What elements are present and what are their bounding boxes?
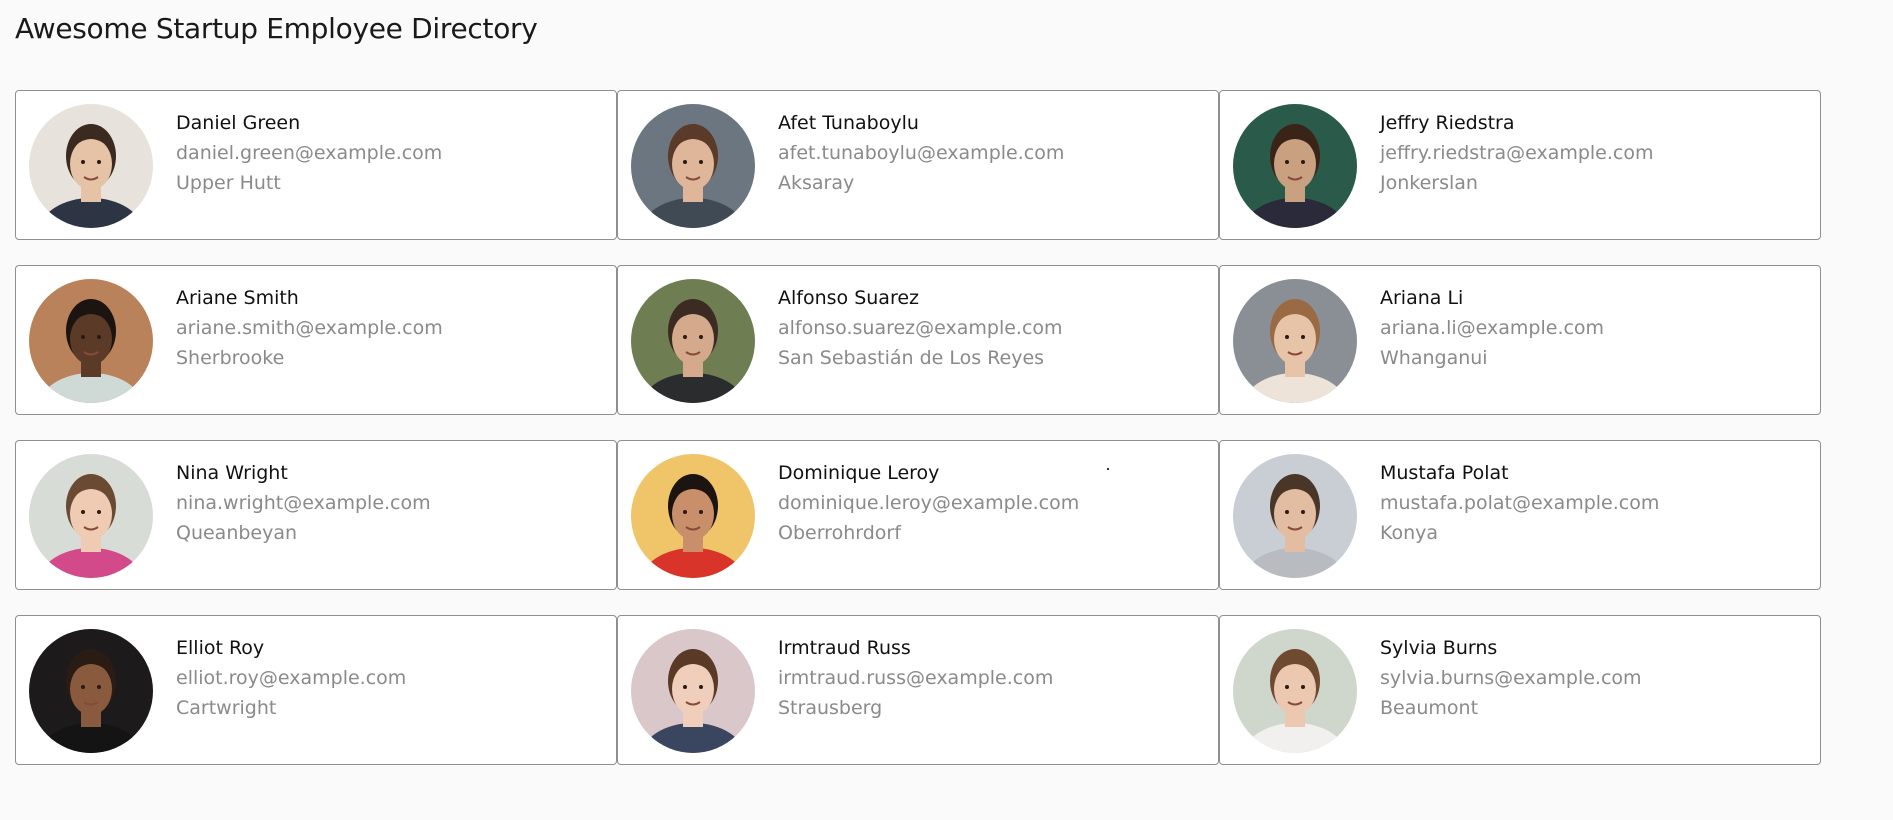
employee-email: sylvia.burns@example.com bbox=[1380, 667, 1642, 689]
employee-city: Sherbrooke bbox=[176, 347, 285, 369]
employee-card[interactable]: Nina Wright nina.wright@example.com Queanb… bbox=[15, 440, 617, 590]
employee-info: Ariana Li ariana.li@example.com Whanganui bbox=[1380, 286, 1810, 370]
employee-email: elliot.roy@example.com bbox=[176, 667, 407, 689]
employee-name: Dominique Leroy bbox=[778, 462, 940, 484]
employee-card[interactable]: Alfonso Suarez alfonso.suarez@example.com… bbox=[617, 265, 1219, 415]
employee-city: Beaumont bbox=[1380, 697, 1479, 719]
employee-avatar bbox=[631, 279, 755, 403]
employee-info: Mustafa Polat mustafa.polat@example.com Ko… bbox=[1380, 461, 1810, 545]
employee-avatar bbox=[29, 279, 153, 403]
employee-email: daniel.green@example.com bbox=[176, 142, 443, 164]
employee-card[interactable]: Ariane Smith ariane.smith@example.com Sher… bbox=[15, 265, 617, 415]
employee-card[interactable]: Elliot Roy elliot.roy@example.com Cartwrig… bbox=[15, 615, 617, 765]
employee-email: ariane.smith@example.com bbox=[176, 317, 443, 339]
employee-name: Sylvia Burns bbox=[1380, 637, 1498, 659]
employee-city: Whanganui bbox=[1380, 347, 1488, 369]
employee-info: Alfonso Suarez alfonso.suarez@example.com… bbox=[778, 286, 1208, 370]
employee-avatar bbox=[1233, 279, 1357, 403]
employee-name: Ariane Smith bbox=[176, 287, 299, 309]
employee-email: alfonso.suarez@example.com bbox=[778, 317, 1063, 339]
employee-info: Irmtraud Russ irmtraud.russ@example.com St… bbox=[778, 636, 1208, 720]
employee-name: Elliot Roy bbox=[176, 637, 265, 659]
employee-card[interactable]: Dominique Leroy dominique.leroy@example.c… bbox=[617, 440, 1219, 590]
employee-info: Daniel Green daniel.green@example.com Uppe… bbox=[176, 111, 606, 195]
employee-info: Jeffry Riedstra jeffry.riedstra@example.c… bbox=[1380, 111, 1810, 195]
employee-avatar bbox=[1233, 454, 1357, 578]
employee-card[interactable]: Jeffry Riedstra jeffry.riedstra@example.c… bbox=[1219, 90, 1821, 240]
employee-card[interactable]: Daniel Green daniel.green@example.com Uppe… bbox=[15, 90, 617, 240]
employee-name: Afet Tunaboylu bbox=[778, 112, 919, 134]
employee-name: Nina Wright bbox=[176, 462, 288, 484]
employee-info: Afet Tunaboylu afet.tunaboylu@example.com… bbox=[778, 111, 1208, 195]
employee-email: irmtraud.russ@example.com bbox=[778, 667, 1054, 689]
employee-email: dominique.leroy@example.com bbox=[778, 492, 1080, 514]
employee-info: Dominique Leroy dominique.leroy@example.c… bbox=[778, 461, 1208, 545]
stray-dot bbox=[1107, 468, 1109, 470]
employee-card[interactable]: Sylvia Burns sylvia.burns@example.com Beau… bbox=[1219, 615, 1821, 765]
page-title: Awesome Startup Employee Directory bbox=[15, 12, 538, 45]
employee-city: Aksaray bbox=[778, 172, 855, 194]
employee-avatar bbox=[1233, 629, 1357, 753]
employee-name: Irmtraud Russ bbox=[778, 637, 911, 659]
employee-name: Ariana Li bbox=[1380, 287, 1464, 309]
employee-avatar bbox=[631, 104, 755, 228]
employee-name: Alfonso Suarez bbox=[778, 287, 919, 309]
employee-avatar bbox=[631, 454, 755, 578]
employee-card[interactable]: Irmtraud Russ irmtraud.russ@example.com St… bbox=[617, 615, 1219, 765]
employee-avatar bbox=[29, 104, 153, 228]
employee-city: San Sebastián de Los Reyes bbox=[778, 347, 1045, 369]
employee-city: Upper Hutt bbox=[176, 172, 281, 194]
employee-card[interactable]: Ariana Li ariana.li@example.com Whanganui bbox=[1219, 265, 1821, 415]
employee-card[interactable]: Mustafa Polat mustafa.polat@example.com Ko… bbox=[1219, 440, 1821, 590]
employee-grid: Daniel Green daniel.green@example.com Uppe… bbox=[15, 90, 1875, 765]
employee-avatar bbox=[1233, 104, 1357, 228]
employee-info: Nina Wright nina.wright@example.com Queanb… bbox=[176, 461, 606, 545]
employee-email: nina.wright@example.com bbox=[176, 492, 431, 514]
employee-email: mustafa.polat@example.com bbox=[1380, 492, 1660, 514]
employee-card[interactable]: Afet Tunaboylu afet.tunaboylu@example.com… bbox=[617, 90, 1219, 240]
employee-name: Mustafa Polat bbox=[1380, 462, 1509, 484]
employee-city: Queanbeyan bbox=[176, 522, 298, 544]
employee-email: afet.tunaboylu@example.com bbox=[778, 142, 1065, 164]
employee-city: Cartwright bbox=[176, 697, 277, 719]
employee-email: jeffry.riedstra@example.com bbox=[1380, 142, 1654, 164]
employee-city: Oberrohrdorf bbox=[778, 522, 901, 544]
employee-city: Jonkerslan bbox=[1380, 172, 1478, 194]
employee-info: Elliot Roy elliot.roy@example.com Cartwrig… bbox=[176, 636, 606, 720]
employee-name: Jeffry Riedstra bbox=[1380, 112, 1515, 134]
employee-info: Ariane Smith ariane.smith@example.com Sher… bbox=[176, 286, 606, 370]
employee-info: Sylvia Burns sylvia.burns@example.com Beau… bbox=[1380, 636, 1810, 720]
employee-city: Strausberg bbox=[778, 697, 883, 719]
employee-email: ariana.li@example.com bbox=[1380, 317, 1605, 339]
employee-city: Konya bbox=[1380, 522, 1439, 544]
employee-avatar bbox=[29, 629, 153, 753]
employee-avatar bbox=[631, 629, 755, 753]
employee-avatar bbox=[29, 454, 153, 578]
employee-name: Daniel Green bbox=[176, 112, 301, 134]
